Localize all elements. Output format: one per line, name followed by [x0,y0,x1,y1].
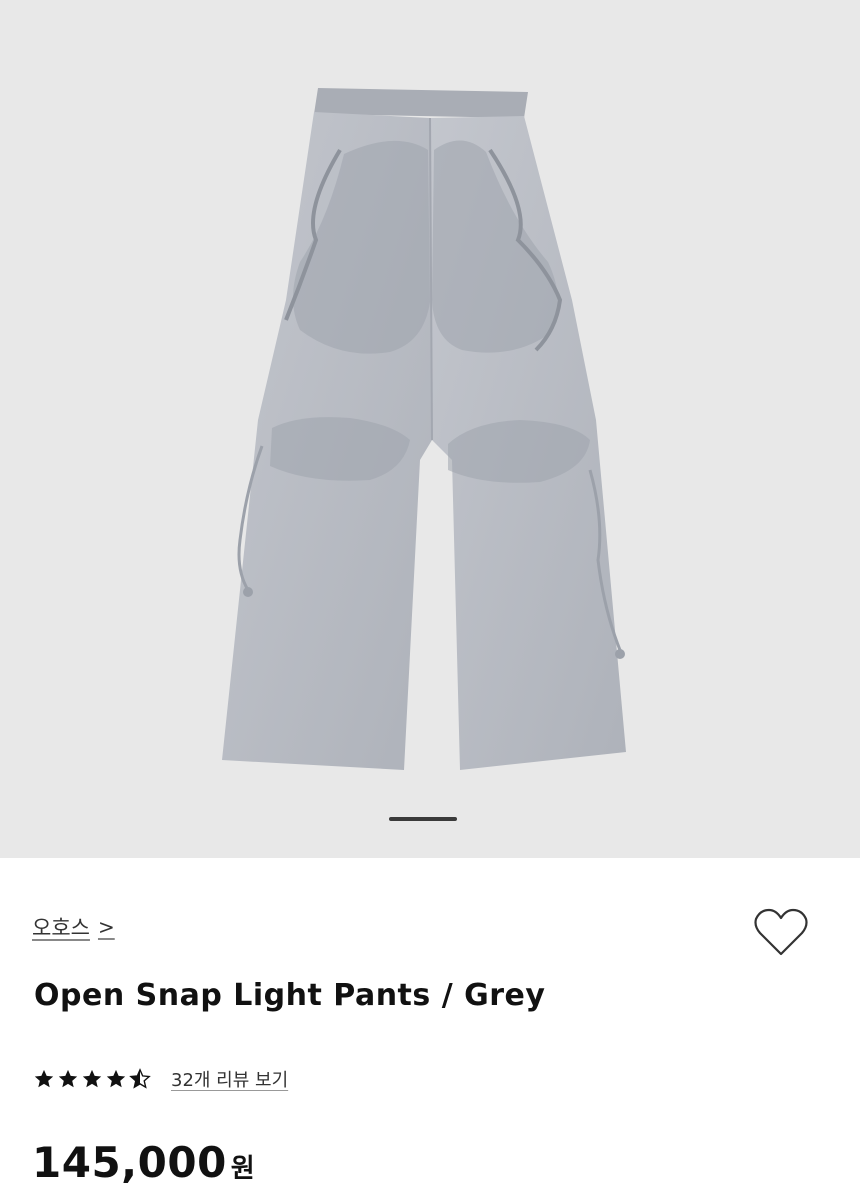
product-title: Open Snap Light Pants / Grey [34,978,546,1013]
star-icon [82,1069,102,1088]
star-rating [33,1068,151,1090]
star-icon [106,1069,126,1088]
chevron-right-icon: > [97,915,115,939]
star-icon [58,1069,78,1088]
heart-outline-icon [754,908,808,956]
price-amount: 145,000 [32,1138,227,1187]
price-currency: 원 [230,1154,255,1184]
product-image-gallery[interactable] [0,0,860,858]
brand-link[interactable]: 오호스 > [32,912,115,942]
brand-name[interactable]: 오호스 [32,912,90,942]
star-icon [34,1069,54,1088]
product-image [222,88,626,770]
rating-row: 32개 리뷰 보기 [33,1066,288,1092]
wishlist-button[interactable] [752,906,810,960]
reviews-link[interactable]: 32개 리뷰 보기 [171,1066,288,1092]
slide-indicator [389,817,457,821]
price: 145,000 원 [32,1138,255,1187]
half-star-icon [129,1068,151,1089]
